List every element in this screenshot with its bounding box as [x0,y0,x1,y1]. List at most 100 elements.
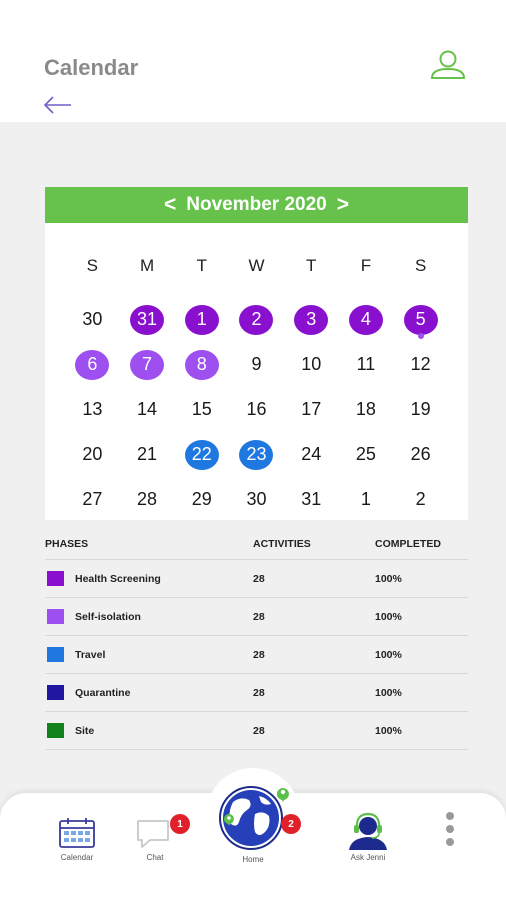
calendar-day-number: 3 [294,304,329,335]
nav-chat-label: Chat [146,853,164,862]
calendar-day[interactable]: 8 [174,342,229,387]
phase-cell: Site [45,723,253,738]
calendar-day-number: 28 [137,489,158,509]
calendar-day[interactable]: 15 [174,387,229,432]
calendar-day-number: 19 [410,399,431,419]
calendar-day[interactable]: 20 [65,432,120,477]
calendar-day-number: 23 [239,439,274,470]
phase-name: Health Screening [75,572,161,585]
calendar-day[interactable]: 6 [65,342,120,387]
page-title: Calendar [44,55,139,80]
phase-row: Quarantine 28 100% [45,674,468,712]
calendar-day[interactable]: 3 [284,297,339,342]
prev-month-button[interactable]: < [154,193,186,217]
calendar-day-number: 6 [75,349,110,380]
calendar-day[interactable]: 25 [339,432,394,477]
calendar-day[interactable]: 16 [229,387,284,432]
calendar-day-number: 26 [410,444,431,464]
calendar-day-number: 21 [137,444,158,464]
weekday-label: M [139,256,155,275]
nav-ask-jenni[interactable]: Ask Jenni [340,812,396,862]
phase-color-swatch [47,647,64,662]
activities-column-header: ACTIVITIES [253,538,311,550]
phase-cell: Self-isolation [45,609,253,624]
phase-name: Travel [75,648,106,661]
calendar-day[interactable]: 12 [393,342,448,387]
calendar-day-number: 17 [301,399,322,419]
calendar-day[interactable]: 24 [284,432,339,477]
calendar-day[interactable]: 26 [393,432,448,477]
calendar-day-number: 16 [246,399,267,419]
globe-icon [219,786,289,850]
phase-color-swatch [47,685,64,700]
calendar-day-number: 24 [301,444,322,464]
calendar-day[interactable]: 30 [229,477,284,522]
phase-color-swatch [47,571,64,586]
calendar-day-number: 14 [137,399,158,419]
user-icon [430,50,466,79]
calendar-day[interactable]: 5 [393,297,448,342]
calendar-day[interactable]: 9 [229,342,284,387]
calendar-day[interactable]: 30 [65,297,120,342]
calendar-day-number: 31 [301,489,322,509]
calendar-day[interactable]: 31 [284,477,339,522]
calendar-day[interactable]: 14 [120,387,175,432]
weekday-label: T [196,256,207,275]
calendar-day-number: 8 [184,349,219,380]
more-menu-button[interactable] [441,812,459,846]
weekday-label: S [414,256,427,275]
calendar-day[interactable]: 29 [174,477,229,522]
weekday-label: S [86,256,99,275]
phase-completed: 100% [375,572,402,585]
nav-calendar-label: Calendar [60,853,94,862]
calendar-day[interactable]: 7 [120,342,175,387]
phase-row: Site 28 100% [45,712,468,750]
calendar-day[interactable]: 11 [339,342,394,387]
chat-badge: 1 [170,814,190,834]
phase-activities: 28 [253,610,265,623]
calendar-icon [59,818,95,848]
phase-completed: 100% [375,686,402,699]
calendar-day[interactable]: 1 [174,297,229,342]
phase-activities: 28 [253,648,265,661]
phase-name: Self-isolation [75,610,141,623]
calendar-day[interactable]: 28 [120,477,175,522]
calendar-day-number: 30 [246,489,267,509]
back-button[interactable] [42,94,74,116]
calendar-day[interactable]: 19 [393,387,448,432]
calendar-day[interactable]: 18 [339,387,394,432]
calendar-day[interactable]: 27 [65,477,120,522]
calendar-day[interactable]: 13 [65,387,120,432]
calendar-day[interactable]: 10 [284,342,339,387]
phase-color-swatch [47,609,64,624]
profile-button[interactable] [428,48,468,84]
phase-cell: Quarantine [45,685,253,700]
calendar-day[interactable]: 1 [339,477,394,522]
calendar-day-number: 10 [301,354,322,374]
arrow-left-icon [43,96,71,114]
calendar-day-number: 12 [410,354,431,374]
phase-activities: 28 [253,686,265,699]
phase-activities: 28 [253,724,265,737]
phase-row: Travel 28 100% [45,636,468,674]
calendar-day[interactable]: 2 [229,297,284,342]
weekday-label: T [306,256,317,275]
phases-table-header: PHASES ACTIVITIES COMPLETED [45,538,468,560]
nav-home-label: Home [242,855,264,864]
calendar-day-number: 1 [360,489,371,509]
next-month-button[interactable]: > [327,193,359,217]
calendar-day[interactable]: 23 [229,432,284,477]
calendar-day[interactable]: 17 [284,387,339,432]
phase-completed: 100% [375,648,402,661]
nav-calendar[interactable]: Calendar [52,816,102,862]
calendar-card: < November 2020 > S M T W T F S 30 31 1 2 3 4 5 6 7 8 9 10… [45,187,468,520]
phase-row: Self-isolation 28 100% [45,598,468,636]
calendar-day[interactable]: 31 [120,297,175,342]
calendar-day[interactable]: 4 [339,297,394,342]
calendar-day[interactable]: 2 [393,477,448,522]
calendar-day-number: 13 [82,399,103,419]
calendar-day-number: 27 [82,489,103,509]
calendar-day[interactable]: 22 [174,432,229,477]
phases-column-header: PHASES [45,538,89,550]
calendar-day[interactable]: 21 [120,432,175,477]
